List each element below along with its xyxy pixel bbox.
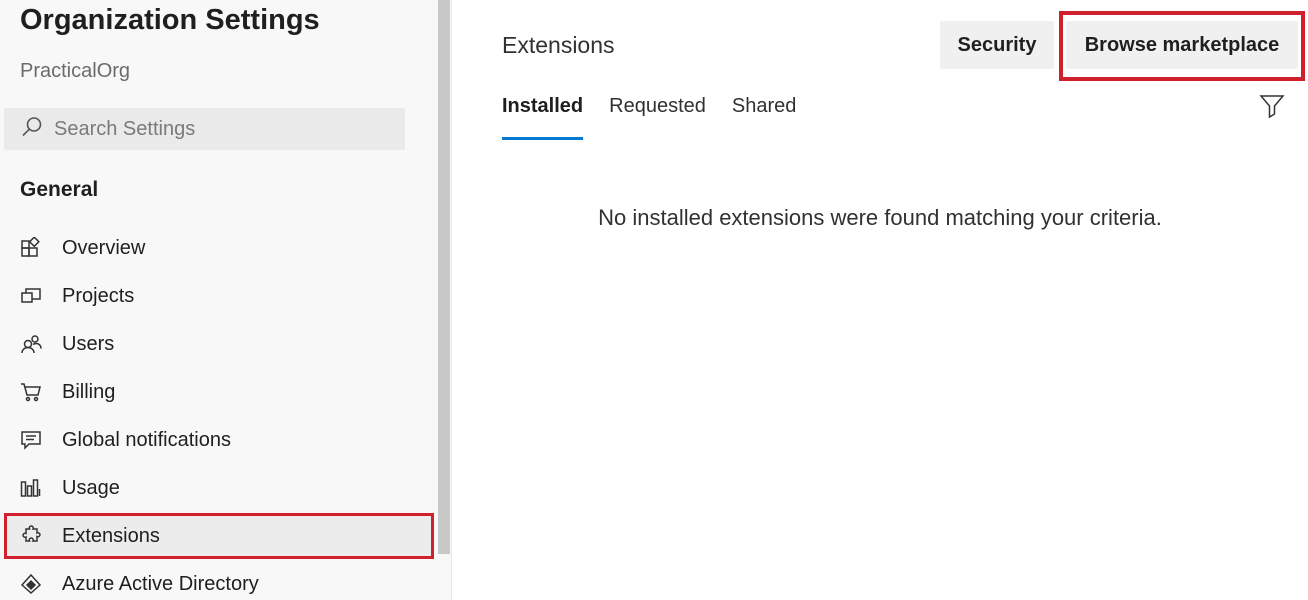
sidebar-item-label: Global notifications: [62, 428, 231, 451]
empty-state-message: No installed extensions were found match…: [598, 205, 1162, 230]
users-icon: [20, 333, 42, 355]
search-input[interactable]: Search Settings: [4, 108, 405, 150]
sidebar-item-label: Extensions: [62, 524, 160, 547]
section-title-general: General: [20, 178, 99, 201]
sidebar-item-global-notifications[interactable]: Global notifications: [4, 417, 434, 463]
azure-ad-icon: [20, 573, 42, 595]
sidebar-item-azure-active-directory[interactable]: Azure Active Directory: [4, 561, 434, 600]
sidebar-item-label: Projects: [62, 284, 135, 307]
cart-icon: [20, 381, 42, 403]
tab-shared[interactable]: Shared: [732, 92, 797, 140]
sidebar-item-billing[interactable]: Billing: [4, 369, 434, 415]
search-placeholder: Search Settings: [54, 117, 196, 140]
page-heading-extensions: Extensions: [502, 32, 615, 58]
sidebar-item-label: Billing: [62, 380, 116, 403]
sidebar-item-projects[interactable]: Projects: [4, 273, 434, 319]
search-icon: [20, 115, 44, 144]
projects-icon: [20, 285, 42, 307]
filter-icon[interactable]: [1259, 93, 1285, 119]
tab-installed[interactable]: Installed: [502, 92, 584, 140]
page-title: Organization Settings: [20, 4, 320, 36]
sidebar-scrollbar[interactable]: [438, 0, 450, 554]
notifications-icon: [20, 429, 42, 451]
sidebar-item-label: Overview: [62, 236, 146, 259]
sidebar: Organization Settings PracticalOrg Searc…: [0, 0, 452, 600]
organization-name: PracticalOrg: [20, 60, 131, 82]
usage-chart-icon: [20, 477, 42, 499]
security-button[interactable]: Security: [940, 21, 1054, 69]
extension-tabs: Installed Requested Shared: [502, 92, 822, 142]
puzzle-icon: [20, 525, 42, 547]
overview-icon: [20, 237, 42, 259]
sidebar-item-extensions[interactable]: Extensions: [4, 513, 434, 559]
sidebar-item-label: Azure Active Directory: [62, 572, 259, 595]
sidebar-item-overview[interactable]: Overview: [4, 225, 434, 271]
sidebar-item-usage[interactable]: Usage: [4, 465, 434, 511]
browse-marketplace-button[interactable]: Browse marketplace: [1066, 21, 1298, 69]
sidebar-item-users[interactable]: Users: [4, 321, 434, 367]
sidebar-item-label: Usage: [62, 476, 120, 499]
sidebar-item-label: Users: [62, 332, 115, 355]
tab-requested[interactable]: Requested: [609, 92, 706, 140]
